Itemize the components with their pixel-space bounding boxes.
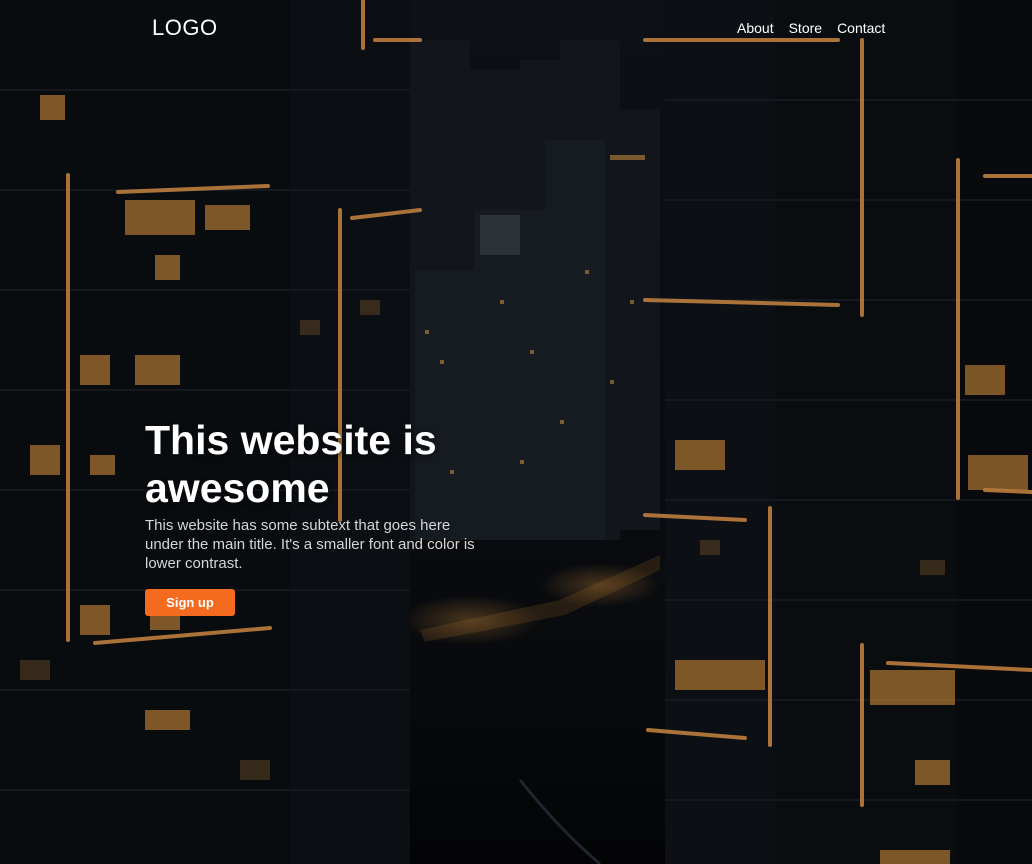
hero-subtitle: This website has some subtext that goes … bbox=[145, 517, 475, 572]
signup-button[interactable]: Sign up bbox=[145, 589, 235, 616]
logo-link[interactable]: LOGO bbox=[152, 15, 218, 41]
main-nav: About Store Contact bbox=[737, 20, 885, 37]
nav-link-about[interactable]: About bbox=[737, 20, 774, 37]
hero-title: This website is awesome bbox=[145, 417, 437, 511]
nav-link-store[interactable]: Store bbox=[789, 20, 822, 37]
hero-section: This website is awesome This website has… bbox=[145, 416, 505, 573]
nav-link-contact[interactable]: Contact bbox=[837, 20, 885, 37]
